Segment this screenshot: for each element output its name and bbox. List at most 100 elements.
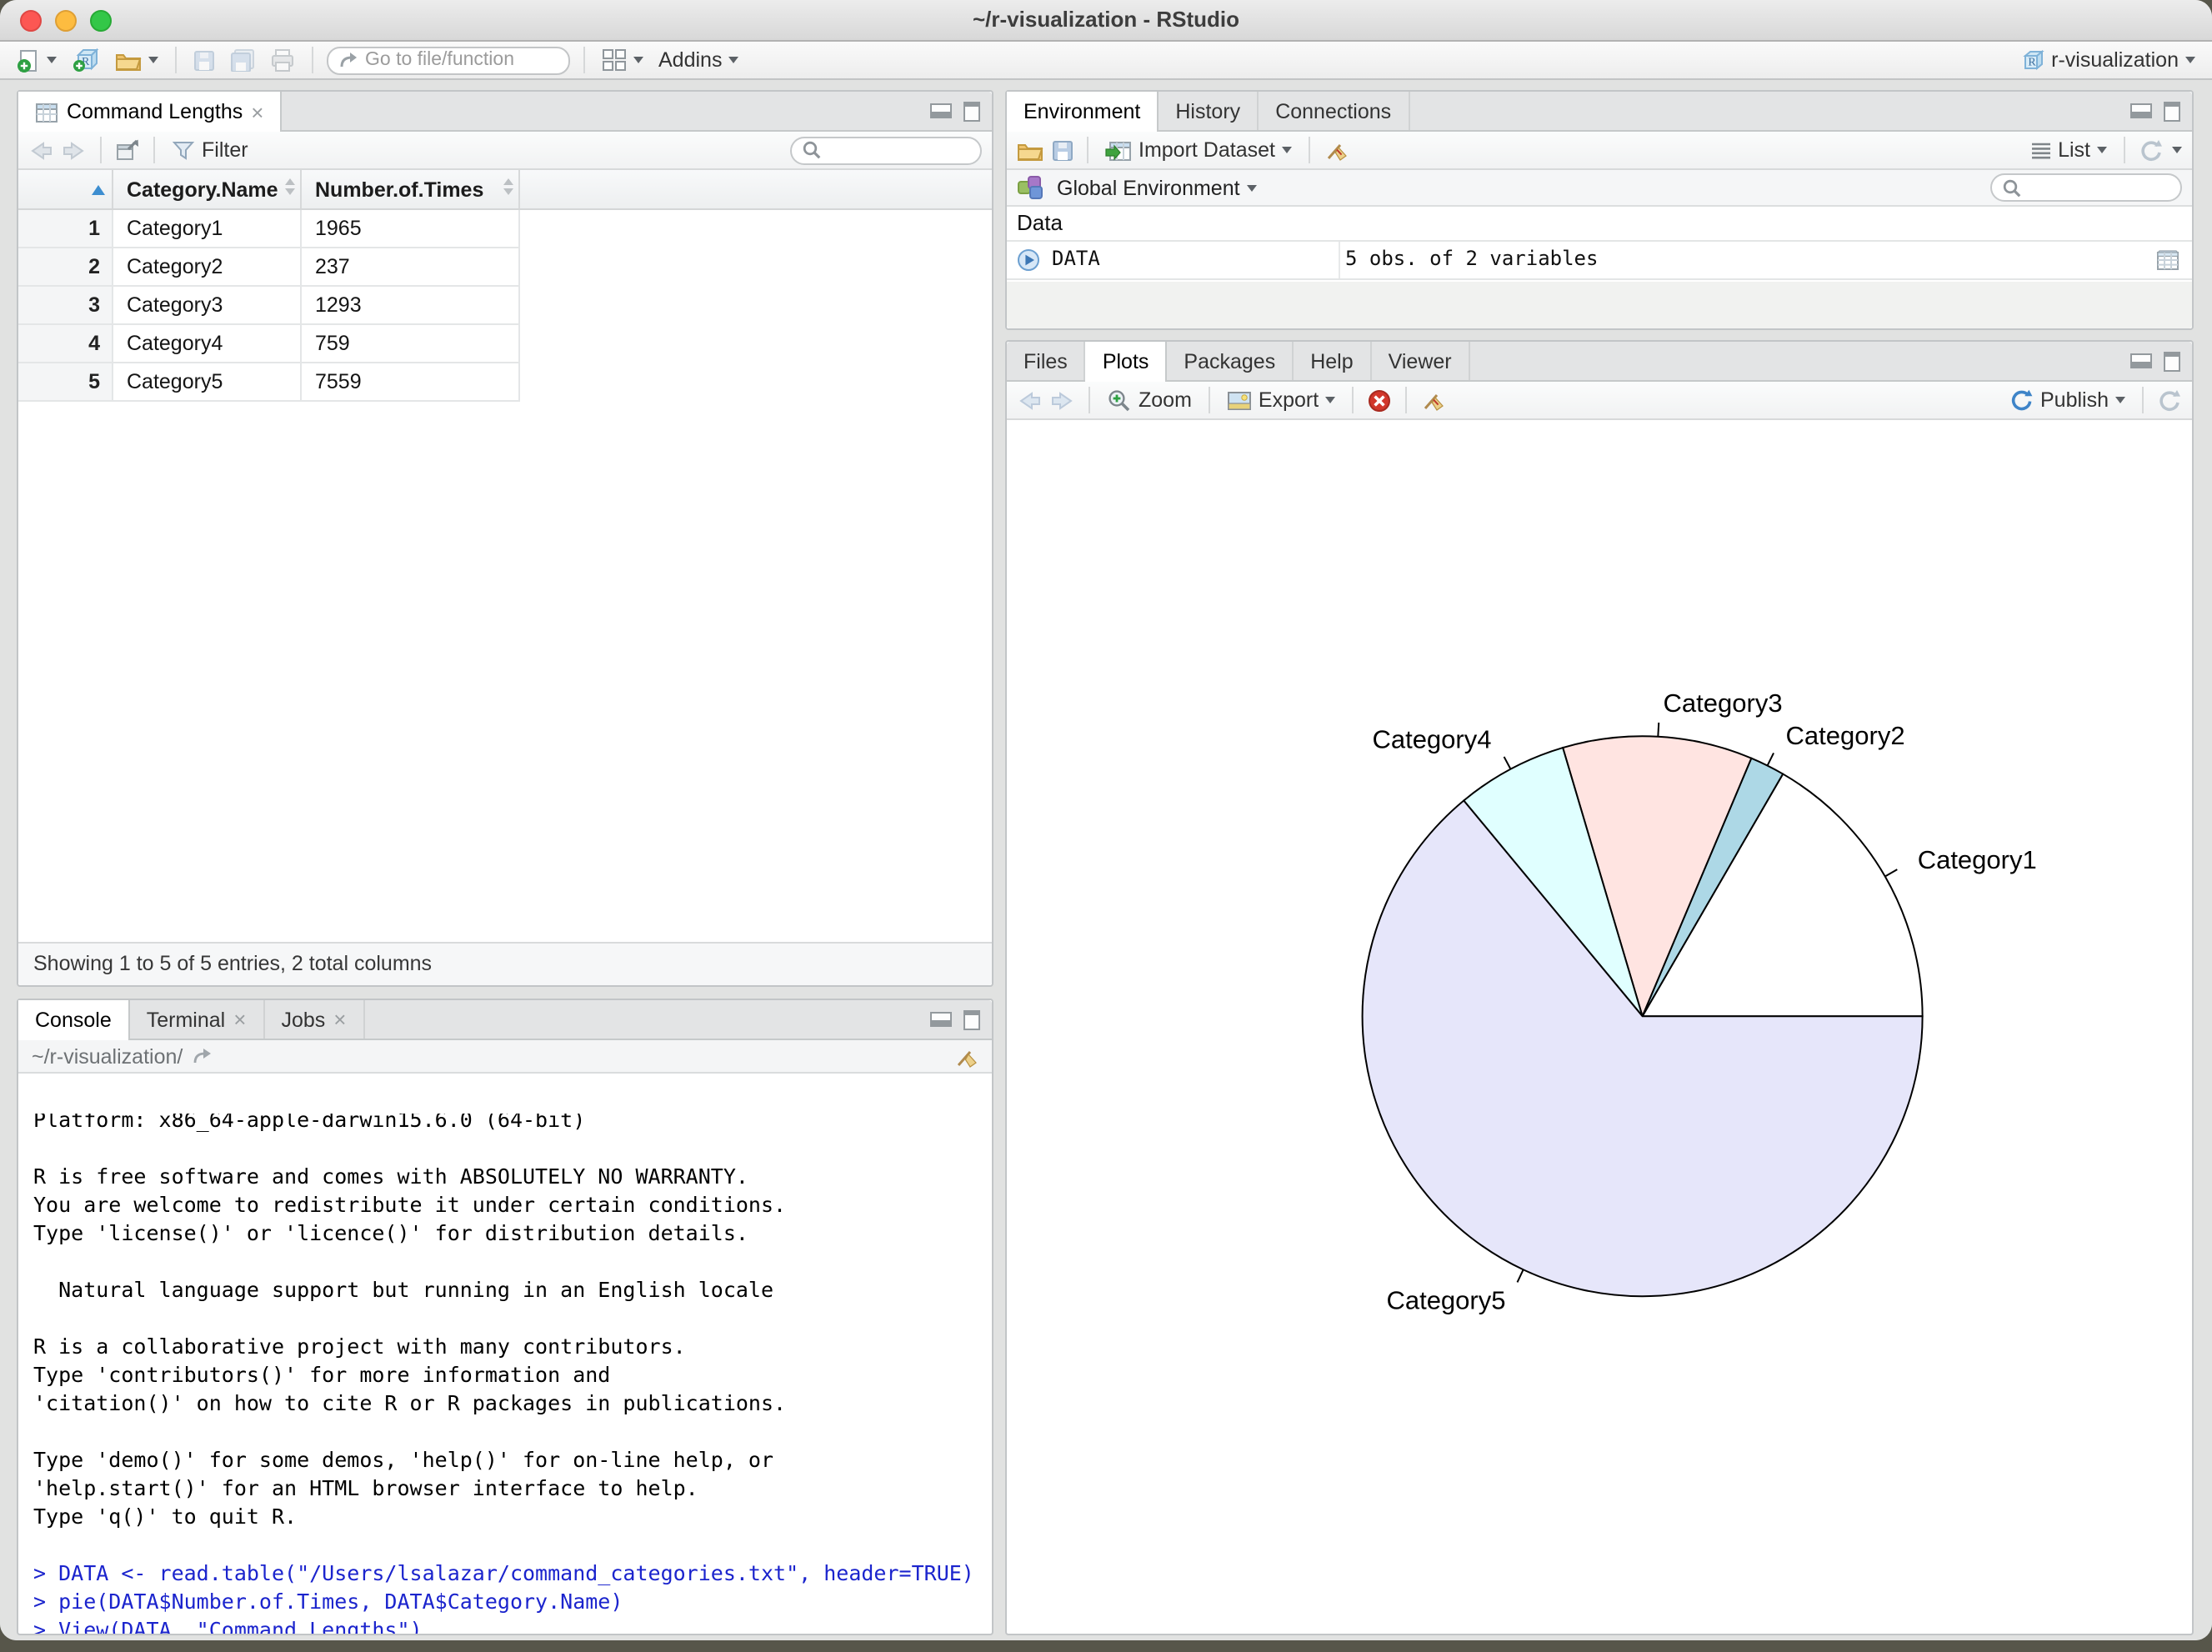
goto-file-function-input[interactable] — [365, 50, 548, 70]
list-view-button[interactable]: List — [2026, 137, 2110, 163]
export-plot-button[interactable]: Export — [1224, 387, 1339, 413]
project-label: r-visualization — [2051, 48, 2179, 72]
viewer-search-input[interactable] — [827, 140, 970, 160]
save-workspace-icon[interactable] — [1052, 139, 1073, 161]
sort-ascending-icon — [92, 185, 105, 195]
load-workspace-folder-icon[interactable] — [1017, 139, 1043, 161]
filter-label: Filter — [202, 138, 248, 162]
toolbar-divider — [1308, 137, 1310, 163]
back-icon[interactable] — [28, 139, 53, 161]
expand-object-icon[interactable] — [1017, 248, 1040, 272]
tab-files[interactable]: Files — [1007, 342, 1086, 380]
filter-button[interactable]: Filter — [168, 137, 252, 163]
times-cell: 237 — [302, 248, 520, 287]
minimize-pane-icon[interactable] — [930, 103, 952, 118]
viewer-tabbar: Command Lengths — [18, 92, 992, 132]
list-caret-icon — [2097, 147, 2107, 153]
column-header-category-name[interactable]: Category.Name — [113, 170, 302, 208]
row-number-cell: 2 — [18, 248, 113, 287]
popout-window-icon[interactable] — [115, 138, 140, 162]
console-tabbar: Console Terminal Jobs — [18, 1000, 992, 1040]
zoom-window-button[interactable] — [90, 10, 112, 32]
close-icon[interactable] — [333, 1007, 346, 1032]
maximize-pane-icon[interactable] — [963, 101, 980, 121]
save-button[interactable] — [190, 48, 218, 73]
traffic-lights — [20, 10, 112, 32]
tab-help[interactable]: Help — [1294, 342, 1372, 380]
tab-packages[interactable]: Packages — [1167, 342, 1294, 380]
pie-label-tick — [1657, 722, 1660, 737]
addins-button[interactable]: Addins — [655, 47, 742, 73]
pie-label-tick — [1766, 753, 1774, 766]
tab-environment[interactable]: Environment — [1007, 92, 1159, 132]
spreadsheet-icon — [35, 101, 58, 123]
refresh-caret-icon[interactable] — [2172, 147, 2182, 153]
tab-plots[interactable]: Plots — [1085, 342, 1168, 382]
refresh-icon[interactable] — [2139, 138, 2164, 162]
save-all-button[interactable] — [227, 47, 258, 73]
forward-icon[interactable] — [62, 139, 87, 161]
table-row: 5 Category5 7559 — [18, 363, 992, 402]
print-button[interactable] — [267, 47, 298, 73]
column-header-label: Category.Name — [127, 178, 278, 201]
import-dataset-button[interactable]: Import Dataset — [1102, 137, 1295, 163]
tab-history[interactable]: History — [1159, 92, 1259, 130]
refresh-plot-icon[interactable] — [2157, 388, 2182, 412]
zoom-plot-button[interactable]: Zoom — [1103, 386, 1195, 414]
console-output[interactable]: Platform: x86_64-apple-darwin15.6.0 (64-… — [18, 1114, 992, 1634]
minimize-pane-icon[interactable] — [2130, 353, 2152, 368]
tab-jobs[interactable]: Jobs — [264, 1000, 365, 1039]
close-icon[interactable] — [251, 99, 263, 124]
open-file-button[interactable] — [112, 48, 162, 73]
environment-tabbar: Environment History Connections — [1007, 92, 2192, 132]
environment-object-row[interactable]: DATA 5 obs. of 2 variables — [1007, 242, 2192, 280]
previous-plot-icon[interactable] — [1017, 389, 1042, 411]
toolbar-divider — [1208, 387, 1210, 413]
zoom-magnifier-icon — [1107, 388, 1132, 413]
column-header-number-of-times[interactable]: Number.of.Times — [302, 170, 520, 208]
close-icon[interactable] — [233, 1007, 246, 1032]
clear-plots-broom-icon[interactable] — [1420, 388, 1445, 412]
tab-viewer[interactable]: Viewer — [1372, 342, 1470, 380]
environment-search-input[interactable] — [2027, 178, 2170, 198]
minimize-pane-icon[interactable] — [2130, 103, 2152, 118]
clear-environment-broom-icon[interactable] — [1324, 138, 1349, 162]
maximize-pane-icon[interactable] — [2164, 101, 2180, 121]
tab-label: Connections — [1275, 99, 1392, 123]
goto-directory-icon[interactable] — [191, 1047, 213, 1065]
new-file-button[interactable] — [13, 46, 60, 74]
tab-label: Environment — [1023, 100, 1141, 123]
tab-terminal[interactable]: Terminal — [130, 1000, 265, 1039]
tab-console[interactable]: Console — [18, 1000, 130, 1040]
console-path-row: ~/r-visualization/ — [18, 1040, 992, 1074]
console-line: You are welcome to redistribute it under… — [33, 1192, 787, 1217]
row-number-header[interactable] — [18, 170, 113, 208]
pie-label-Category1: Category1 — [1918, 845, 2037, 874]
new-project-button[interactable]: R — [68, 45, 103, 75]
view-table-icon[interactable] — [2155, 248, 2180, 272]
project-menu-button[interactable]: R r-visualization — [2016, 47, 2199, 73]
publish-caret-icon — [2115, 397, 2125, 403]
minimize-pane-icon[interactable] — [930, 1012, 952, 1027]
publish-button[interactable]: Publish — [2005, 387, 2129, 413]
table-row: 4 Category4 759 — [18, 325, 992, 363]
tab-command-lengths[interactable]: Command Lengths — [18, 92, 283, 132]
maximize-pane-icon[interactable] — [2164, 351, 2180, 371]
environment-search-box[interactable] — [1990, 173, 2182, 202]
remove-plot-icon[interactable] — [1367, 388, 1392, 413]
next-plot-icon[interactable] — [1050, 389, 1075, 411]
minimize-window-button[interactable] — [55, 10, 77, 32]
maximize-pane-icon[interactable] — [963, 1009, 980, 1029]
viewer-search-box[interactable] — [790, 136, 982, 164]
goto-file-function-box[interactable] — [327, 46, 570, 74]
working-directory: ~/r-visualization/ — [32, 1044, 183, 1068]
close-window-button[interactable] — [20, 10, 42, 32]
toolbar-divider — [583, 47, 585, 73]
tab-connections[interactable]: Connections — [1259, 92, 1410, 130]
environment-scope-button[interactable]: Global Environment — [1053, 174, 1260, 201]
clear-console-broom-icon[interactable] — [953, 1044, 978, 1068]
pie-label-Category5: Category5 — [1386, 1285, 1505, 1314]
workspace-panes-button[interactable] — [598, 47, 647, 73]
goto-arrow-icon — [338, 51, 358, 69]
